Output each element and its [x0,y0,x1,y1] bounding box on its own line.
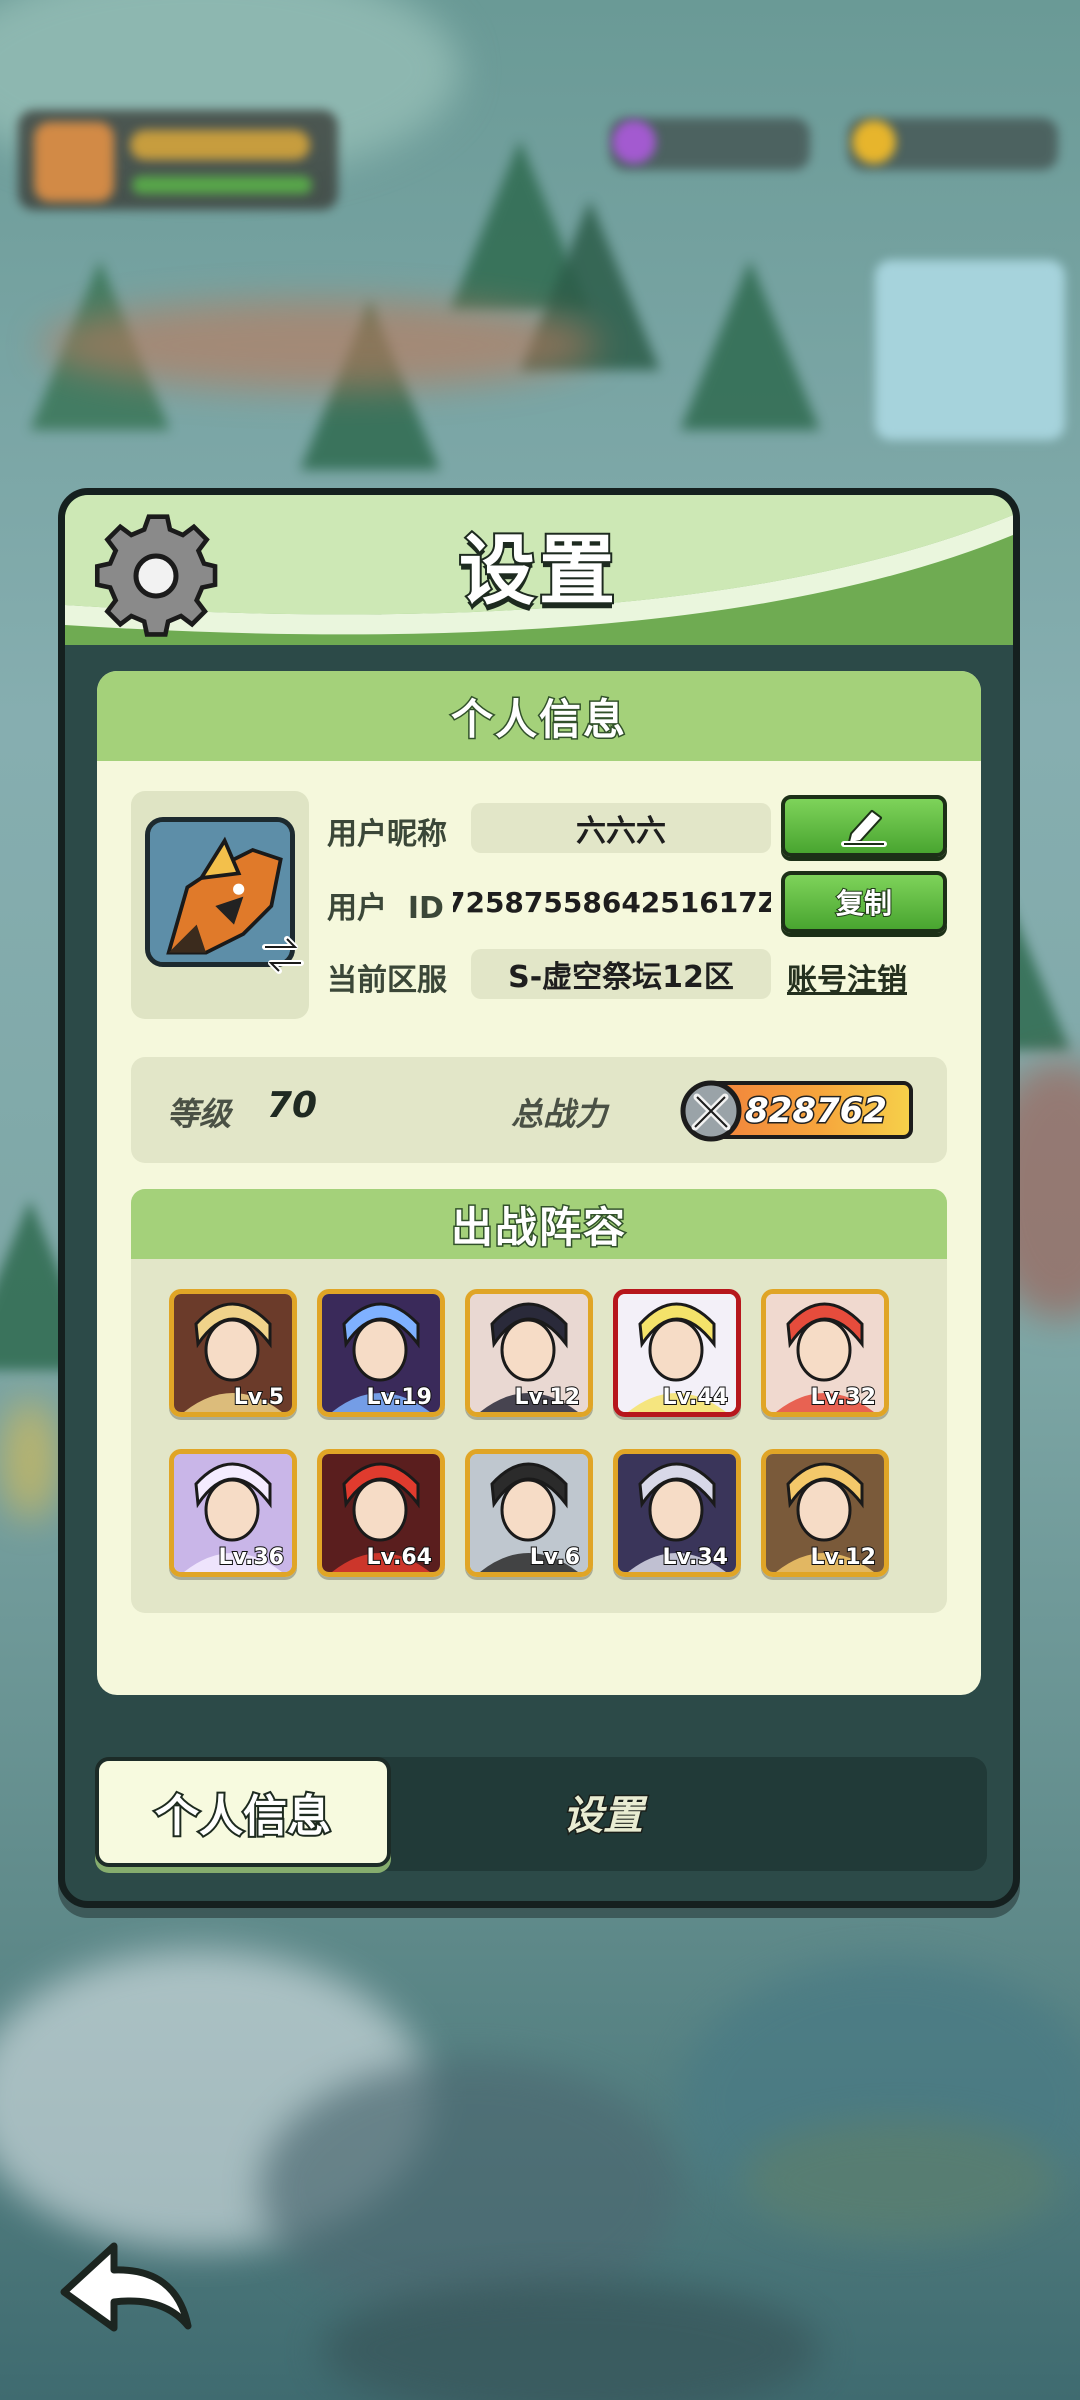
hero-card[interactable]: Lv.36 [169,1449,297,1577]
hero-level: Lv.34 [661,1544,729,1571]
power-label: 总战力 [511,1095,608,1133]
delete-account-link[interactable]: 账号注销 [787,955,907,999]
hero-card[interactable]: Lv.6 [465,1449,593,1577]
hero-level: Lv.5 [233,1384,285,1411]
lineup-title: 出战阵容 [449,1201,627,1253]
level-label: 等级 [167,1095,232,1133]
card-title: 个人信息 [449,693,627,745]
hero-card[interactable]: Lv.5 [169,1289,297,1417]
hero-level: Lv.32 [809,1384,877,1411]
tab-bar: 个人信息 设置 [95,1757,987,1871]
tab-personal-info[interactable]: 个人信息 [95,1757,391,1867]
swap-icon[interactable] [259,931,307,979]
hero-card[interactable]: Lv.19 [317,1289,445,1417]
hero-level: Lv.6 [529,1544,581,1571]
sword-power-icon [680,1080,742,1142]
nickname-field: 六六六 [471,803,771,853]
hero-level: Lv.44 [661,1384,729,1411]
dialog-title: 设置 [457,524,619,617]
battle-lineup: 出战阵容 Lv.5 Lv.19 Lv.12 Lv.44 Lv.32 Lv.36 Lv.64 L… [131,1189,947,1613]
hero-card[interactable]: Lv.44 [613,1289,741,1417]
hero-card[interactable]: Lv.32 [761,1289,889,1417]
userid-label: 用户 ID [327,891,444,926]
nickname-label: 用户昵称 [327,817,447,852]
back-arrow-icon[interactable] [56,2230,196,2340]
edit-pencil-icon [841,810,887,847]
lineup-header: 出战阵容 [131,1189,947,1259]
dialog-header: 设置 [65,495,1013,645]
hero-card[interactable]: Lv.12 [761,1449,889,1577]
hero-card[interactable]: Lv.12 [465,1289,593,1417]
stats-bar: 等级 70 总战力 828762 [131,1057,947,1163]
server-label: 当前区服 [327,963,447,998]
hero-card[interactable]: Lv.64 [317,1449,445,1577]
hero-card[interactable]: Lv.34 [613,1449,741,1577]
edit-nickname-button[interactable] [781,795,947,857]
power-value: 828762 [744,1090,889,1133]
card-header: 个人信息 [97,671,981,761]
power-badge: 828762 [680,1080,913,1142]
personal-info-card: 个人信息 用户昵称 六六六 用户 ID 7258755864251617Z 复制… [97,671,981,1695]
hero-level: Lv.19 [365,1384,433,1411]
tab-settings[interactable]: 设置 [503,1757,703,1867]
avatar-frame[interactable] [131,791,309,1019]
settings-dialog: 设置 个人信息 用户昵称 六六六 用户 ID 7258755864251617Z… [58,488,1020,1908]
level-value: 70 [267,1085,318,1126]
server-field: S-虚空祭坛12区 [471,949,771,999]
hero-level: Lv.12 [513,1384,581,1411]
hero-level: Lv.12 [809,1544,877,1571]
userid-value: 7258755864251617Z [453,885,771,919]
hero-level: Lv.64 [365,1544,433,1571]
hero-level: Lv.36 [217,1544,285,1571]
copy-id-button[interactable]: 复制 [781,871,947,933]
